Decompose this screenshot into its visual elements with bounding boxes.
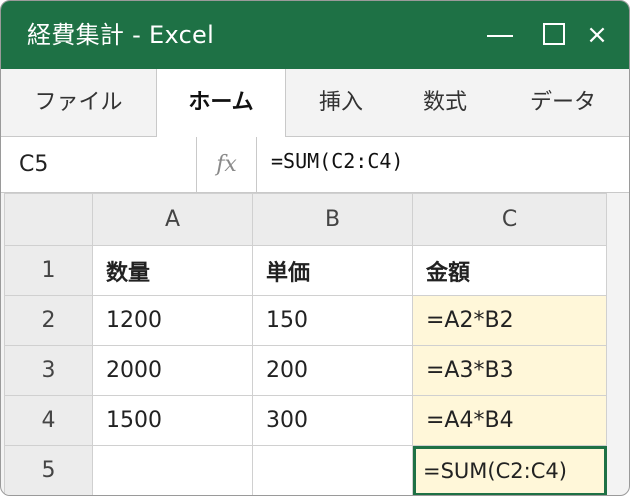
tab-formulas[interactable]: 数式 (393, 69, 497, 137)
row-header-5[interactable]: 5 (4, 445, 93, 495)
formula-bar: C5 fx =SUM(C2:C4) (1, 137, 629, 193)
formula-input[interactable]: =SUM(C2:C4) (271, 137, 403, 192)
column-header-c[interactable]: C (412, 193, 607, 246)
cell-a4[interactable]: 1500 (92, 395, 253, 446)
cell-c2[interactable]: =A2*B2 (412, 295, 607, 346)
cell-b2[interactable]: 150 (252, 295, 413, 346)
ribbon-tabs: ファイル ホーム 挿入 数式 データ (1, 69, 629, 138)
row-header-1[interactable]: 1 (4, 245, 93, 296)
cell-c4[interactable]: =A4*B4 (412, 395, 607, 446)
maximize-button[interactable] (537, 17, 577, 53)
row-header-3[interactable]: 3 (4, 345, 93, 396)
excel-window: 経費集計 - Excel × ファイル ホーム 挿入 数式 データ C5 fx … (0, 0, 630, 496)
cell-c3[interactable]: =A3*B3 (412, 345, 607, 396)
cell-b4[interactable]: 300 (252, 395, 413, 446)
column-header-b[interactable]: B (252, 193, 413, 246)
spreadsheet-grid: A B C 1 数量 単価 金額 2 1200 150 =A2*B2 3 200… (4, 193, 607, 495)
minimize-icon (487, 35, 513, 37)
cell-c5-selected[interactable]: =SUM(C2:C4) (412, 445, 607, 495)
tab-data[interactable]: データ (501, 69, 625, 137)
cell-b1[interactable]: 単価 (252, 245, 413, 296)
name-box[interactable]: C5 (1, 137, 197, 192)
title-bar: 経費集計 - Excel × (1, 1, 629, 69)
window-title: 経費集計 - Excel (27, 21, 215, 49)
cell-a2[interactable]: 1200 (92, 295, 253, 346)
tab-home[interactable]: ホーム (156, 69, 286, 138)
cell-a3[interactable]: 2000 (92, 345, 253, 396)
minimize-button[interactable] (479, 17, 519, 53)
cell-c1[interactable]: 金額 (412, 245, 607, 296)
cell-a1[interactable]: 数量 (92, 245, 253, 296)
cell-b3[interactable]: 200 (252, 345, 413, 396)
close-icon: × (586, 20, 608, 50)
insert-function-icon[interactable]: fx (197, 137, 257, 192)
close-button[interactable]: × (577, 17, 617, 53)
tab-file[interactable]: ファイル (1, 69, 156, 137)
maximize-icon (543, 23, 565, 45)
column-header-a[interactable]: A (92, 193, 253, 246)
cell-a5[interactable] (92, 445, 253, 495)
row-header-4[interactable]: 4 (4, 395, 93, 446)
cell-b5[interactable] (252, 445, 413, 495)
select-all-corner[interactable] (4, 193, 93, 246)
row-header-2[interactable]: 2 (4, 295, 93, 346)
tab-insert[interactable]: 挿入 (291, 69, 391, 137)
